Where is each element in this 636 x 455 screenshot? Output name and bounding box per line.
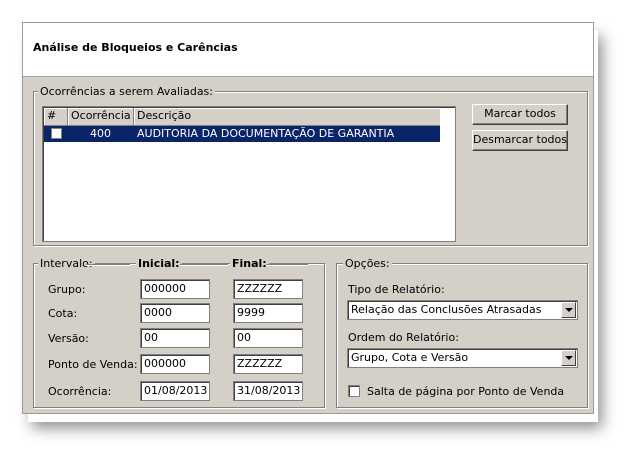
ocorrencia-inicial-input[interactable]: 01/08/2013 — [140, 381, 210, 401]
dialog-title: Análise de Bloqueios e Carências — [33, 41, 238, 54]
intervalo-group: Intervalo: Inicial: Final: Grupo: 000000… — [33, 257, 325, 408]
opcoes-legend: Opções: — [343, 257, 392, 270]
col-final-label: Final: — [230, 257, 269, 270]
versao-final-input[interactable]: 00 — [233, 328, 303, 348]
versao-inicial-input[interactable]: 00 — [140, 328, 210, 348]
divider — [86, 264, 130, 266]
row-ocorrencia: 400 — [90, 127, 111, 140]
versao-label: Versão: — [48, 332, 89, 345]
col-inicial-label: Inicial: — [136, 257, 182, 270]
tipo-relatorio-value: Relação das Conclusões Atrasadas — [351, 303, 542, 316]
cota-final-input[interactable]: 9999 — [233, 303, 303, 323]
row-descricao: AUDITORIA DA DOCUMENTAÇÃO DE GARANTIA — [137, 127, 395, 140]
column-header-ocorrencia[interactable]: Ocorrência — [68, 108, 134, 126]
salta-pagina-checkbox[interactable] — [348, 385, 360, 397]
divider — [266, 264, 308, 266]
row-checkbox[interactable] — [51, 128, 62, 139]
dialog-window: Análise de Bloqueios e Carências Ocorrên… — [22, 22, 594, 414]
ocorrencias-legend: Ocorrências a serem Avaliadas: — [38, 85, 215, 98]
grupo-label: Grupo: — [48, 283, 86, 296]
ordem-relatorio-value: Grupo, Cota e Versão — [351, 351, 469, 364]
ponto-venda-inicial-input[interactable]: 000000 — [140, 354, 210, 374]
grupo-final-input[interactable]: ZZZZZZ — [233, 279, 303, 299]
grupo-inicial-input[interactable]: 000000 — [140, 279, 210, 299]
chevron-down-icon[interactable] — [561, 350, 576, 366]
list-scroll-area — [440, 108, 454, 240]
column-header-number[interactable]: # — [44, 108, 68, 126]
tipo-relatorio-label: Tipo de Relatório: — [348, 283, 445, 296]
cota-inicial-input[interactable]: 0000 — [140, 303, 210, 323]
tipo-relatorio-select[interactable]: Relação das Conclusões Atrasadas — [347, 300, 578, 320]
chevron-down-icon[interactable] — [561, 302, 576, 318]
ordem-relatorio-select[interactable]: Grupo, Cota e Versão — [347, 348, 578, 368]
dialog-header: Análise de Bloqueios e Carências — [23, 23, 593, 77]
ponto-venda-label: Ponto de Venda: — [48, 358, 138, 371]
mark-all-button[interactable]: Marcar todos — [472, 104, 568, 125]
ocorrencias-group: Ocorrências a serem Avaliadas: # Ocorrên… — [33, 85, 588, 246]
opcoes-group: Opções: Tipo de Relatório: Relação das C… — [336, 257, 588, 408]
column-header-descricao[interactable]: Descrição — [134, 108, 442, 126]
ocorrencias-list[interactable]: # Ocorrência Descrição 400 AUDITORIA DA … — [42, 106, 456, 242]
divider — [180, 264, 228, 266]
unmark-all-button[interactable]: Desmarcar todos — [472, 130, 568, 151]
ocorrencia-final-input[interactable]: 31/08/2013 — [233, 381, 303, 401]
ponto-venda-final-input[interactable]: ZZZZZZ — [233, 354, 303, 374]
ocorrencia-label: Ocorrência: — [48, 385, 112, 398]
salta-pagina-label[interactable]: Salta de página por Ponto de Venda — [367, 385, 564, 398]
ordem-relatorio-label: Ordem do Relatório: — [348, 331, 459, 344]
cota-label: Cota: — [48, 307, 78, 320]
list-item[interactable]: 400 AUDITORIA DA DOCUMENTAÇÃO DE GARANTI… — [44, 126, 442, 142]
